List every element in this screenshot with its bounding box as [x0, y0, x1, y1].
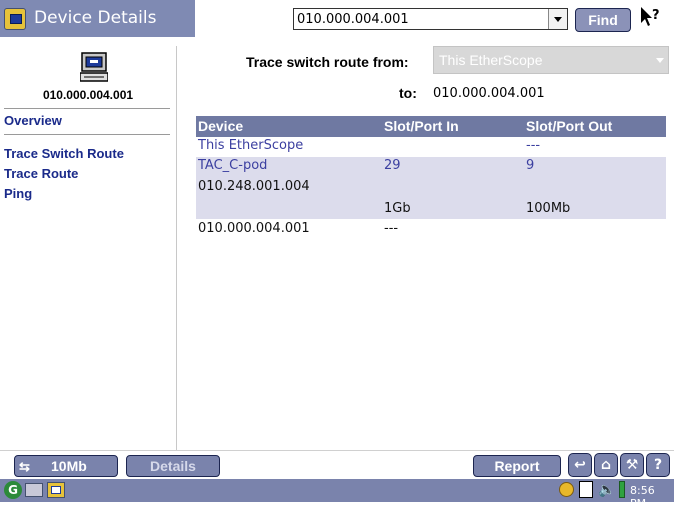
row-port-out: 9 — [526, 158, 535, 173]
chevron-down-icon — [656, 58, 664, 63]
taskbar: G 🔈 8:56 PM — [0, 479, 674, 510]
battery-icon — [619, 481, 625, 498]
trace-from-select[interactable]: This EtherScope — [433, 46, 669, 74]
svg-text:?: ? — [652, 8, 660, 23]
chevron-down-icon — [554, 17, 562, 22]
trace-from-label: Trace switch route from: — [246, 54, 409, 70]
window-title: Device Details — [34, 8, 157, 28]
search-icon[interactable] — [559, 482, 574, 497]
tools-icon[interactable]: ⚒ — [620, 453, 644, 477]
sidebar-item-trace-switch-route[interactable]: Trace Switch Route — [4, 146, 124, 161]
divider — [4, 108, 170, 109]
keyboard-icon[interactable] — [25, 483, 43, 497]
home-icon[interactable]: ⌂ — [594, 453, 618, 477]
row-speed-in: 1Gb — [384, 201, 411, 216]
app-window-icon[interactable] — [47, 482, 65, 498]
address-combobox[interactable]: 010.000.004.001 — [293, 8, 568, 30]
row-device-ip: 010.248.001.004 — [198, 179, 310, 194]
row-speed-out: 100Mb — [526, 201, 571, 216]
sidebar-item-ping[interactable]: Ping — [4, 186, 32, 201]
sidebar — [0, 46, 177, 450]
row-port-out: --- — [526, 138, 541, 153]
trace-to-value: 010.000.004.001 — [433, 86, 545, 101]
computer-icon — [79, 52, 109, 82]
trace-from-value: This EtherScope — [439, 52, 543, 68]
row-port-in: --- — [384, 221, 399, 236]
table-header: Device Slot/Port In Slot/Port Out — [196, 116, 666, 137]
row-device: TAC_C-pod — [198, 158, 268, 173]
clipboard-icon[interactable] — [579, 481, 593, 498]
row-device: 010.000.004.001 — [198, 221, 310, 236]
row-device: This EtherScope — [198, 138, 304, 153]
start-icon[interactable]: G — [4, 481, 22, 499]
sidebar-item-overview[interactable]: Overview — [4, 113, 62, 128]
find-button[interactable]: Find — [575, 8, 631, 32]
column-header-slot-port-out[interactable]: Slot/Port Out — [526, 118, 612, 134]
row-port-in: 29 — [384, 158, 401, 173]
link-arrows-icon: ⇆ — [19, 459, 30, 474]
help-pointer-icon[interactable]: ? — [638, 5, 662, 29]
speaker-icon[interactable]: 🔈 — [598, 482, 615, 498]
trace-to-label: to: — [399, 85, 417, 101]
table-row[interactable]: TAC_C-pod 29 9 010.248.001.004 1Gb 100Mb — [196, 157, 666, 219]
address-dropdown-button[interactable] — [548, 9, 567, 29]
app-window-icon — [4, 8, 26, 30]
address-input[interactable]: 010.000.004.001 — [297, 12, 409, 27]
device-address: 010.000.004.001 — [42, 88, 134, 102]
back-icon[interactable]: ↩ — [568, 453, 592, 477]
link-speed-button[interactable]: ⇆ 10Mb — [14, 455, 118, 477]
link-speed-label: 10Mb — [51, 458, 87, 474]
details-button[interactable]: Details — [126, 455, 220, 477]
help-icon[interactable]: ? — [646, 453, 670, 477]
divider — [4, 134, 170, 135]
clock: 8:56 PM — [630, 484, 655, 510]
help-pointer-svg: ? — [641, 7, 660, 26]
sidebar-item-trace-route[interactable]: Trace Route — [4, 166, 78, 181]
column-header-slot-port-in[interactable]: Slot/Port In — [384, 118, 459, 134]
column-header-device[interactable]: Device — [198, 118, 243, 134]
report-button[interactable]: Report — [473, 455, 561, 477]
